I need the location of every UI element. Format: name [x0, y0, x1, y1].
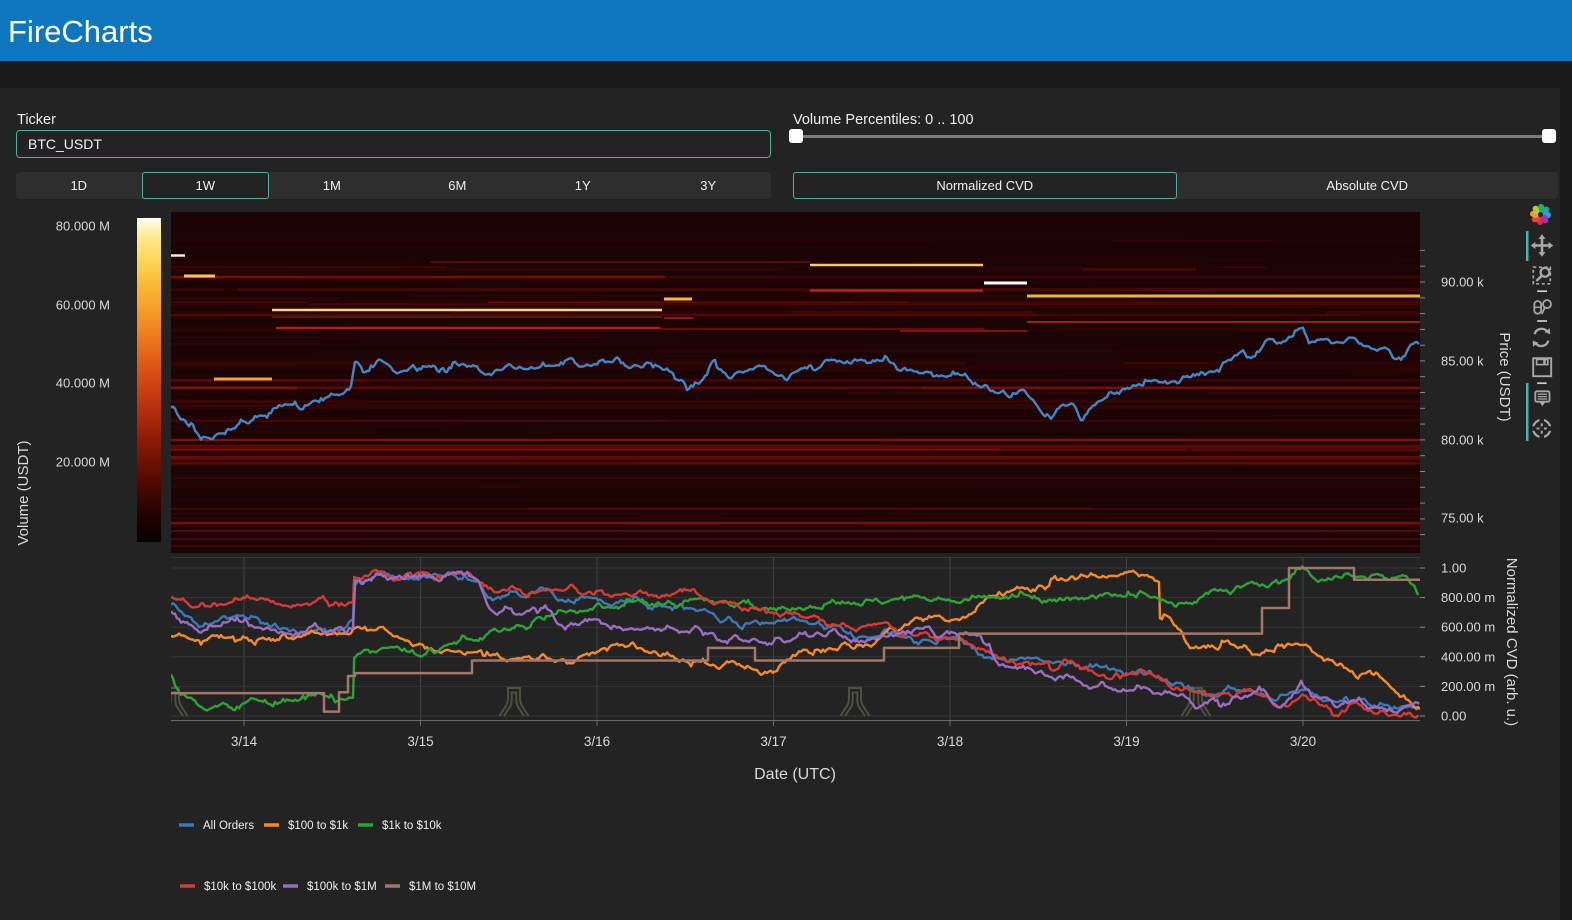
svg-text:Normalized CVD (arb. u.): Normalized CVD (arb. u.): [1503, 558, 1520, 726]
svg-text:80.00 k: 80.00 k: [1441, 433, 1484, 448]
svg-text:20.000 M: 20.000 M: [56, 455, 110, 470]
svg-text:40.000 M: 40.000 M: [56, 376, 110, 391]
svg-text:Volume (USDT): Volume (USDT): [15, 440, 32, 545]
svg-text:Price (USDT): Price (USDT): [1496, 332, 1513, 421]
svg-text:75.00 k: 75.00 k: [1441, 511, 1484, 526]
svg-text:80.000 M: 80.000 M: [56, 219, 110, 234]
svg-text:$1M to $10M: $1M to $10M: [409, 881, 476, 893]
svg-text:3/16: 3/16: [584, 734, 610, 749]
svg-text:1.00: 1.00: [1441, 561, 1466, 576]
svg-text:$10k to $100k: $10k to $100k: [204, 881, 277, 893]
svg-text:60.000 M: 60.000 M: [56, 298, 110, 313]
svg-text:All Orders: All Orders: [203, 820, 254, 832]
svg-text:3/20: 3/20: [1290, 734, 1316, 749]
svg-text:$100 to $1k: $100 to $1k: [288, 820, 348, 832]
svg-text:200.00 m: 200.00 m: [1441, 679, 1495, 694]
svg-text:600.00 m: 600.00 m: [1441, 620, 1495, 635]
svg-text:0.00: 0.00: [1441, 709, 1466, 724]
svg-text:85.00 k: 85.00 k: [1441, 354, 1484, 369]
svg-text:3/18: 3/18: [937, 734, 963, 749]
svg-text:3/17: 3/17: [760, 734, 786, 749]
svg-text:400.00 m: 400.00 m: [1441, 649, 1495, 664]
svg-text:Date (UTC): Date (UTC): [754, 766, 836, 783]
svg-text:3/14: 3/14: [231, 734, 258, 749]
svg-text:800.00 m: 800.00 m: [1441, 590, 1495, 605]
svg-text:$1k to $10k: $1k to $10k: [382, 820, 442, 832]
svg-text:3/15: 3/15: [407, 734, 433, 749]
svg-text:3/19: 3/19: [1113, 734, 1139, 749]
svg-text:$100k to $1M: $100k to $1M: [307, 881, 377, 893]
svg-text:90.00 k: 90.00 k: [1441, 275, 1484, 290]
